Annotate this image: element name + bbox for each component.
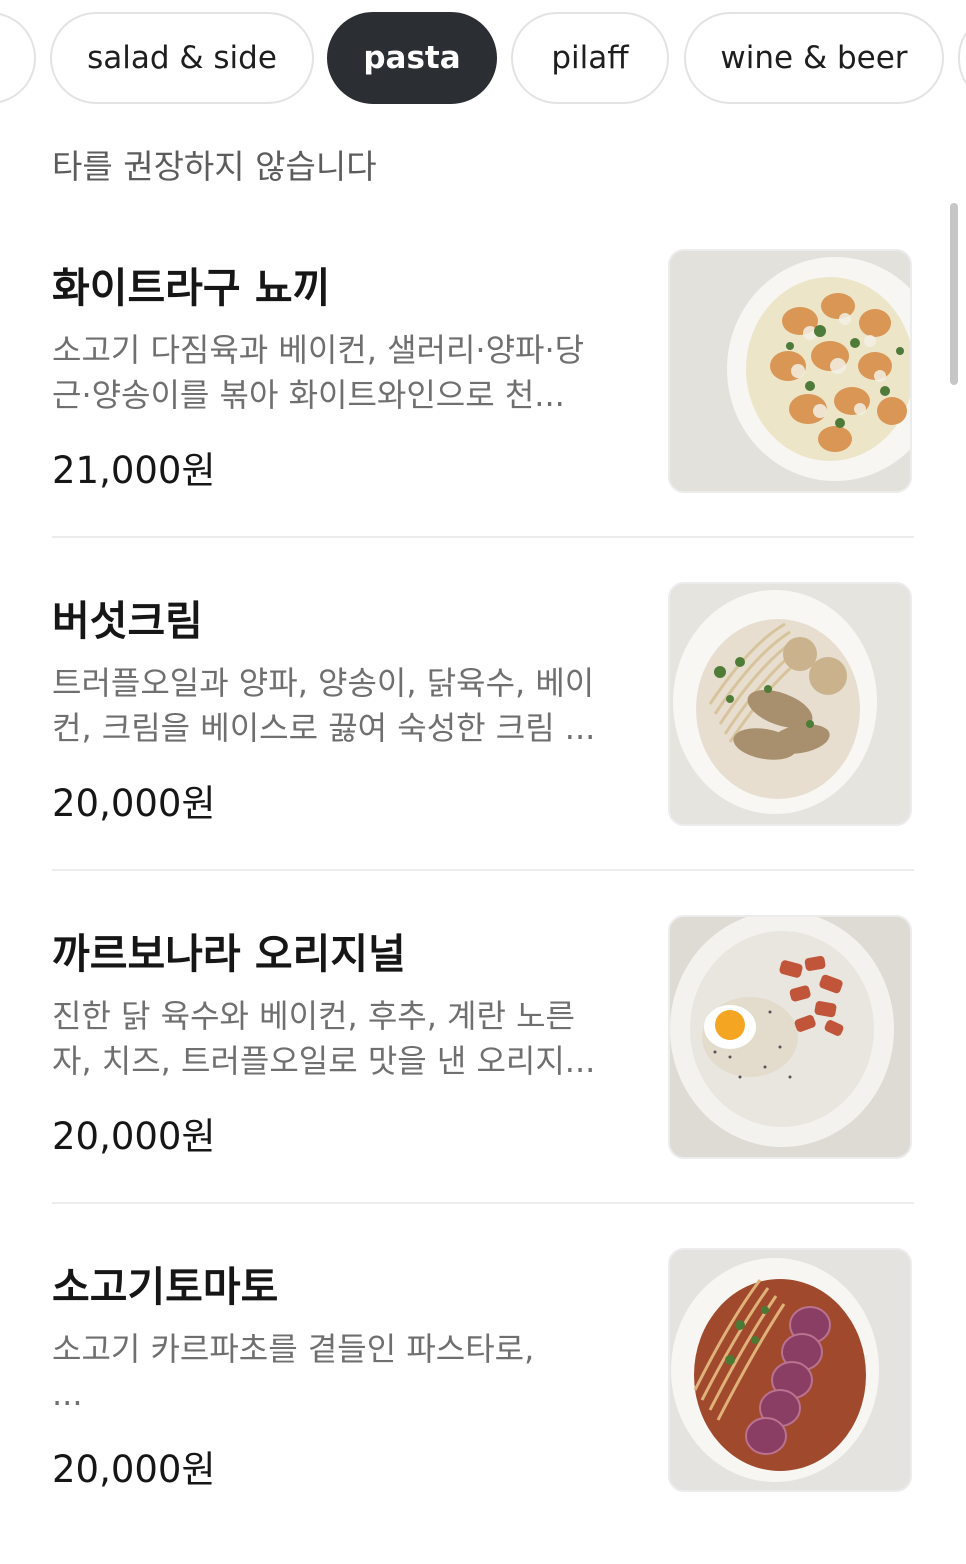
menu-item-photo[interactable] xyxy=(668,915,912,1159)
category-chip-next[interactable] xyxy=(958,12,966,104)
menu-item-mushroom-cream[interactable]: 버섯크림 트러플오일과 양파, 양송이, 닭육수, 베이 컨, 크림을 베이스로… xyxy=(0,565,966,898)
menu-item-photo[interactable] xyxy=(668,249,912,493)
menu-item-name: 버섯크림 xyxy=(52,597,203,645)
menu-item-price: 20,000원 xyxy=(52,1448,216,1491)
menu-item-price: 20,000원 xyxy=(52,1115,216,1158)
menu-divider xyxy=(52,869,914,871)
menu-item-description: 소고기 카르파초를 곁들인 파스타로, ... xyxy=(52,1330,535,1413)
menu-item-white-ragu-gnocchi[interactable]: 화이트라구 뇨끼 소고기 다짐육과 베이컨, 샐러리·양파·당 근·양송이를 볶… xyxy=(0,232,966,565)
category-chip-salad-side[interactable]: salad & side xyxy=(50,12,314,104)
menu-item-description: 트러플오일과 양파, 양송이, 닭육수, 베이 컨, 크림을 베이스로 끓여 숙… xyxy=(52,664,596,747)
carbonara-dish-icon xyxy=(670,917,910,1157)
menu-item-name: 소고기토마토 xyxy=(52,1263,279,1311)
menu-item-name: 화이트라구 뇨끼 xyxy=(52,264,331,312)
menu-item-price: 21,000원 xyxy=(52,449,216,492)
category-chip-previous[interactable] xyxy=(0,12,36,104)
category-chip-pilaff[interactable]: pilaff xyxy=(511,12,669,104)
category-chip-label: wine & beer xyxy=(720,40,908,76)
menu-item-photo[interactable] xyxy=(668,582,912,826)
category-tab-bar: salad & side pasta pilaff wine & beer xyxy=(0,0,966,120)
beef-tomato-pasta-dish-icon xyxy=(670,1250,910,1490)
menu-item-photo[interactable] xyxy=(668,1248,912,1492)
menu-divider xyxy=(52,1202,914,1204)
menu-divider xyxy=(52,536,914,538)
category-chip-label: pilaff xyxy=(551,40,629,76)
menu-item-description: 소고기 다짐육과 베이컨, 샐러리·양파·당 근·양송이를 볶아 화이트와인으로… xyxy=(52,331,585,414)
white-ragu-gnocchi-dish-icon xyxy=(670,251,910,491)
category-chip-wine-beer[interactable]: wine & beer xyxy=(684,12,944,104)
menu-item-price: 20,000원 xyxy=(52,782,216,825)
menu-item-carbonara-original[interactable]: 까르보나라 오리지널 진한 닭 육수와 베이컨, 후추, 계란 노른 자, 치즈… xyxy=(0,898,966,1231)
menu-item-description: 진한 닭 육수와 베이컨, 후추, 계란 노른 자, 치즈, 트러플오일로 맛을… xyxy=(52,997,596,1080)
category-chip-label: pasta xyxy=(363,40,461,76)
menu-item-beef-tomato[interactable]: 소고기토마토 소고기 카르파초를 곁들인 파스타로, ... 20,000원 xyxy=(0,1231,966,1564)
menu-item-name: 까르보나라 오리지널 xyxy=(52,930,406,978)
category-notice: 타를 권장하지 않습니다 xyxy=(52,147,377,186)
mushroom-cream-pasta-dish-icon xyxy=(670,584,910,824)
category-chip-pasta[interactable]: pasta xyxy=(327,12,497,104)
category-chip-label: salad & side xyxy=(87,40,277,76)
